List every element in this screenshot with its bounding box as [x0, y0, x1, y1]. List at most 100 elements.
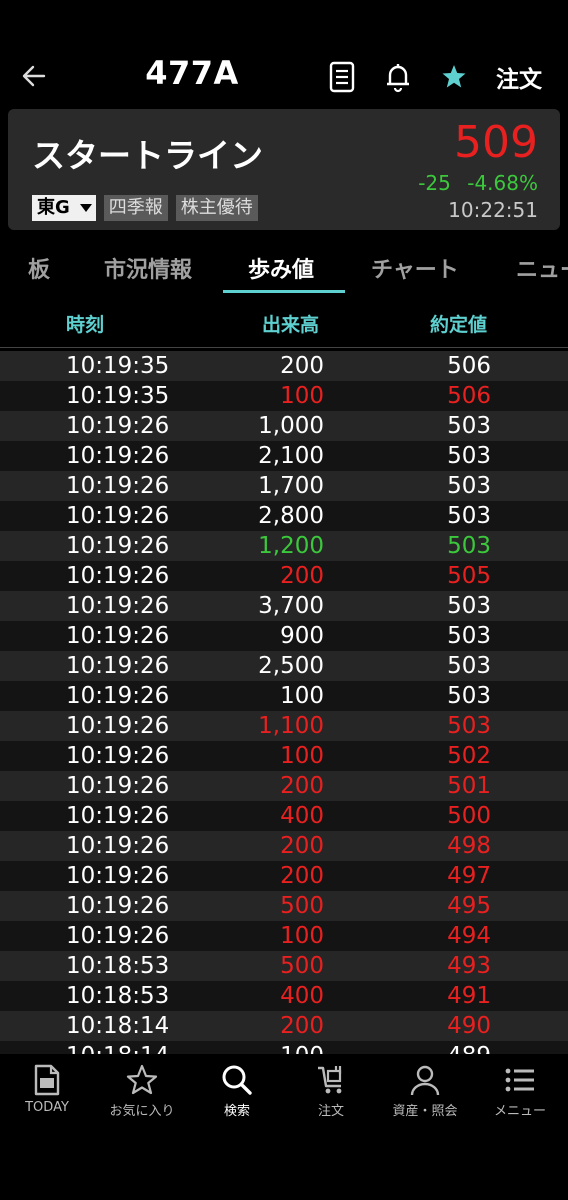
- change-amount: -25: [418, 171, 451, 195]
- nav-search[interactable]: 検索: [190, 1062, 284, 1119]
- favorites-star-icon: [126, 1064, 158, 1095]
- table-row: 10:19:35 100 506: [0, 381, 568, 411]
- table-row: 10:19:26 100 494: [0, 921, 568, 951]
- table-row: 10:19:26 100 503: [0, 681, 568, 711]
- cell-price: 503: [447, 413, 491, 439]
- cell-time: 10:19:26: [66, 623, 170, 649]
- tab-bar: 板 市況情報 歩み値 チャート ニュース: [0, 240, 568, 294]
- nav-today[interactable]: TODAY: [0, 1062, 94, 1115]
- cell-volume: 3,700: [258, 593, 324, 619]
- cell-time: 10:19:26: [66, 773, 170, 799]
- nav-favorites[interactable]: お気に入り: [95, 1062, 189, 1119]
- table-row: 10:18:53 400 491: [0, 981, 568, 1011]
- cell-time: 10:18:14: [66, 1013, 170, 1039]
- nav-label-order: 注文: [317, 1104, 344, 1119]
- cell-volume: 200: [280, 1013, 324, 1039]
- today-document-icon: [34, 1064, 60, 1096]
- cell-price: 506: [447, 353, 491, 379]
- menu-list-icon: [505, 1068, 534, 1092]
- table-row: 10:19:26 2,100 503: [0, 441, 568, 471]
- nav-account[interactable]: 資産・照会: [378, 1062, 472, 1119]
- tab-board[interactable]: 板: [28, 252, 50, 284]
- cell-time: 10:19:35: [66, 383, 170, 409]
- cell-volume: 100: [280, 743, 324, 769]
- cell-volume: 400: [280, 803, 324, 829]
- price-change: -25 -4.68%: [418, 171, 538, 195]
- cell-time: 10:19:26: [66, 593, 170, 619]
- cell-volume: 500: [280, 953, 324, 979]
- order-cart-icon: [318, 1066, 342, 1094]
- header-volume: 出来高: [262, 314, 320, 336]
- tab-market-info[interactable]: 市況情報: [104, 252, 192, 284]
- shareholder-benefit-tag[interactable]: 株主優待: [175, 195, 258, 221]
- favorite-star-icon[interactable]: [438, 60, 470, 94]
- table-row: 10:19:26 100 502: [0, 741, 568, 771]
- cell-price: 500: [447, 803, 491, 829]
- cell-time: 10:19:26: [66, 413, 170, 439]
- shikiho-tag[interactable]: 四季報: [103, 195, 168, 221]
- table-row: 10:19:26 1,200 503: [0, 531, 568, 561]
- bell-icon[interactable]: [382, 60, 414, 94]
- cell-price: 503: [447, 623, 491, 649]
- last-update-time: 10:22:51: [448, 198, 538, 222]
- cell-volume: 1,700: [258, 473, 324, 499]
- cell-price: 503: [447, 533, 491, 559]
- nav-order[interactable]: 注文: [284, 1062, 378, 1119]
- table-row: 10:18:14 100 489: [0, 1041, 568, 1054]
- cell-price: 498: [447, 833, 491, 859]
- cell-price: 506: [447, 383, 491, 409]
- header-time: 時刻: [66, 314, 105, 336]
- stock-tags: 東G 四季報 株主優待: [32, 195, 258, 221]
- cell-time: 10:18:53: [66, 983, 170, 1009]
- time-and-sales-list[interactable]: 10:19:35 200 506 10:19:35 100 506 10:19:26 1,00…: [0, 351, 568, 1054]
- header-price: 約定値: [430, 314, 488, 336]
- cell-time: 10:19:26: [66, 563, 170, 589]
- tab-time-and-sales[interactable]: 歩み値: [248, 252, 314, 284]
- cell-price: 501: [447, 773, 491, 799]
- cell-price: 494: [447, 923, 491, 949]
- cell-price: 503: [447, 683, 491, 709]
- cell-time: 10:19:26: [66, 893, 170, 919]
- cell-time: 10:19:26: [66, 803, 170, 829]
- tab-chart[interactable]: チャート: [371, 252, 459, 284]
- tab-news[interactable]: ニュース: [516, 252, 568, 284]
- cell-price: 493: [447, 953, 491, 979]
- table-row: 10:19:26 3,700 503: [0, 591, 568, 621]
- cell-price: 502: [447, 743, 491, 769]
- cell-time: 10:19:26: [66, 473, 170, 499]
- nav-label-favorites: お気に入り: [109, 1104, 175, 1119]
- cell-volume: 2,500: [258, 653, 324, 679]
- cell-time: 10:19:26: [66, 503, 170, 529]
- market-label: 東G: [37, 197, 70, 218]
- cell-price: 497: [447, 863, 491, 889]
- account-person-icon: [410, 1065, 440, 1096]
- cell-price: 503: [447, 593, 491, 619]
- nav-menu[interactable]: メニュー: [473, 1062, 567, 1119]
- cell-price: 503: [447, 653, 491, 679]
- table-row: 10:19:26 1,000 503: [0, 411, 568, 441]
- table-row: 10:18:14 200 490: [0, 1011, 568, 1041]
- cell-volume: 500: [280, 893, 324, 919]
- cell-price: 503: [447, 473, 491, 499]
- order-button[interactable]: 注文: [496, 60, 542, 94]
- cell-price: 503: [447, 713, 491, 739]
- cell-price: 503: [447, 503, 491, 529]
- cell-volume: 200: [280, 863, 324, 889]
- cell-volume: 100: [280, 1041, 324, 1054]
- cell-volume: 1,200: [258, 533, 324, 559]
- cell-price: 490: [447, 1013, 491, 1039]
- table-row: 10:19:26 400 500: [0, 801, 568, 831]
- cell-time: 10:18:53: [66, 953, 170, 979]
- cell-time: 10:19:26: [66, 743, 170, 769]
- cell-price: 491: [447, 983, 491, 1009]
- market-selector[interactable]: 東G: [32, 195, 96, 221]
- document-icon[interactable]: [326, 60, 358, 94]
- cell-price: 505: [447, 563, 491, 589]
- table-row: 10:19:26 200 505: [0, 561, 568, 591]
- change-percent: -4.68%: [467, 171, 538, 195]
- current-price: 509: [454, 117, 538, 168]
- cell-time: 10:19:26: [66, 863, 170, 889]
- table-row: 10:19:26 2,800 503: [0, 501, 568, 531]
- app-bar: 477A 注文: [0, 40, 568, 114]
- cell-volume: 2,100: [258, 443, 324, 469]
